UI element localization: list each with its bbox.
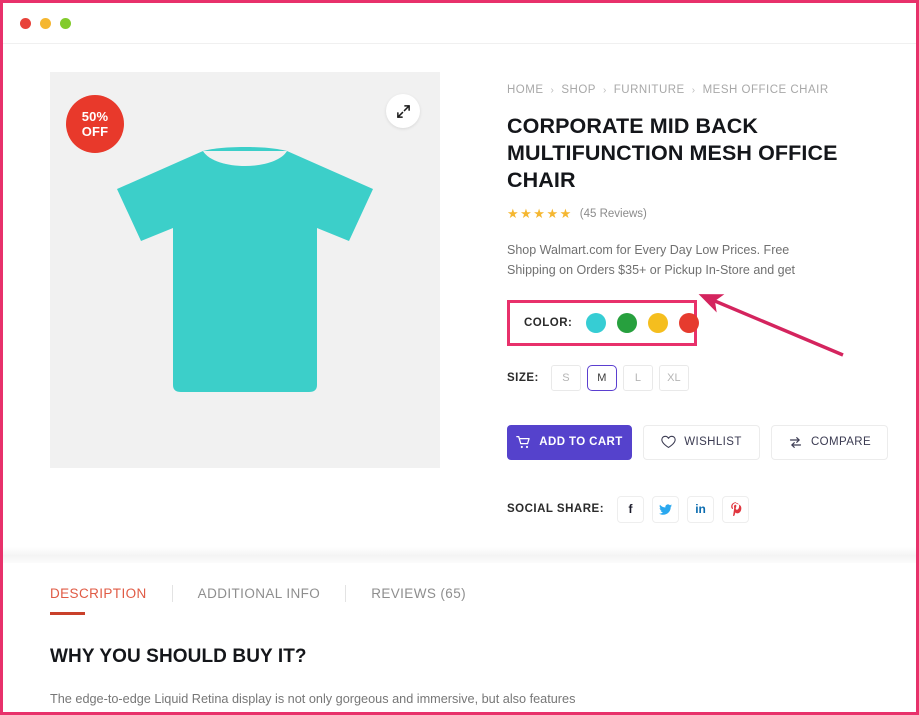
description-panel: WHY YOU SHOULD BUY IT? The edge-to-edge … — [3, 616, 916, 712]
product-section: 50% OFF HOME › SHOP › FURNITURE › MESH O… — [3, 44, 916, 523]
social-icons: f in — [617, 495, 750, 523]
browser-window: 50% OFF HOME › SHOP › FURNITURE › MESH O… — [0, 0, 919, 715]
pinterest-icon[interactable] — [722, 495, 750, 523]
size-button-xl[interactable]: XL — [658, 364, 689, 391]
tab-description[interactable]: DESCRIPTION — [50, 586, 172, 615]
color-swatch-green[interactable] — [617, 312, 638, 333]
size-button-l[interactable]: L — [622, 364, 653, 391]
description-heading: WHY YOU SHOULD BUY IT? — [50, 645, 307, 667]
size-option-row: SIZE: S M L XL — [507, 364, 896, 391]
product-title: CORPORATE MID BACK MULTIFUNCTION MESH OF… — [507, 114, 838, 193]
pinterest-p-icon — [730, 502, 741, 517]
tab-divider — [345, 584, 347, 602]
add-to-cart-label: ADD TO CART — [539, 436, 623, 449]
product-tabs: DESCRIPTION ADDITIONAL INFO REVIEWS (65) — [3, 563, 916, 616]
breadcrumb-separator-icon: › — [691, 84, 696, 96]
product-info: HOME › SHOP › FURNITURE › MESH OFFICE CH… — [440, 72, 896, 523]
social-share-row: SOCIAL SHARE: f in — [507, 495, 896, 523]
twitter-icon[interactable] — [652, 495, 680, 523]
add-to-cart-button[interactable]: ADD TO CART — [507, 424, 632, 460]
tshirt-illustration — [117, 147, 373, 392]
breadcrumb-item-shop[interactable]: SHOP — [561, 84, 596, 96]
size-buttons: S M L XL — [550, 364, 689, 391]
breadcrumb: HOME › SHOP › FURNITURE › MESH OFFICE CH… — [507, 84, 896, 96]
review-count-label[interactable]: (45 Reviews) — [580, 208, 647, 220]
tab-additional-info[interactable]: ADDITIONAL INFO — [198, 586, 346, 615]
twitter-bird-icon — [659, 504, 673, 515]
shopping-cart-icon — [516, 435, 530, 448]
compare-button[interactable]: COMPARE — [771, 424, 888, 460]
compare-arrows-icon — [789, 436, 802, 448]
description-paragraph: The edge-to-edge Liquid Retina display i… — [50, 691, 576, 706]
color-swatches — [586, 312, 700, 333]
product-description: Shop Walmart.com for Every Day Low Price… — [507, 243, 796, 278]
color-swatch-yellow[interactable] — [648, 312, 669, 333]
wishlist-label: WISHLIST — [684, 436, 742, 449]
window-maximize-dot[interactable] — [60, 17, 71, 29]
color-swatch-turquoise[interactable] — [586, 312, 607, 333]
window-titlebar — [3, 3, 916, 44]
window-minimize-dot[interactable] — [40, 17, 51, 29]
size-label: SIZE: — [507, 371, 539, 384]
linkedin-icon[interactable]: in — [687, 495, 715, 523]
section-separator — [3, 546, 916, 563]
tab-divider — [171, 584, 173, 602]
wishlist-button[interactable]: WISHLIST — [643, 424, 760, 460]
color-option-box: COLOR: — [507, 299, 700, 346]
color-swatch-red[interactable] — [679, 312, 700, 333]
color-label: COLOR: — [524, 316, 573, 329]
compare-label: COMPARE — [810, 436, 872, 449]
page-content: 50% OFF HOME › SHOP › FURNITURE › MESH O… — [3, 44, 916, 712]
star-rating-icon: ★★★★★ — [507, 206, 573, 222]
breadcrumb-separator-icon: › — [550, 84, 555, 96]
product-actions: ADD TO CART WISHLIST COMPARE — [507, 424, 896, 460]
breadcrumb-item-furniture[interactable]: FURNITURE — [614, 84, 685, 96]
social-share-label: SOCIAL SHARE: — [507, 503, 605, 516]
breadcrumb-item-home[interactable]: HOME — [507, 84, 544, 96]
size-button-s[interactable]: S — [550, 364, 581, 391]
heart-icon — [661, 436, 676, 449]
breadcrumb-separator-icon: › — [602, 84, 607, 96]
rating-row: ★★★★★ (45 Reviews) — [507, 206, 896, 222]
product-image[interactable] — [50, 72, 440, 468]
tab-reviews[interactable]: REVIEWS (65) — [371, 586, 491, 615]
facebook-icon[interactable]: f — [617, 495, 645, 523]
window-close-dot[interactable] — [20, 17, 31, 29]
breadcrumb-item-current: MESH OFFICE CHAIR — [702, 84, 829, 96]
size-button-m[interactable]: M — [586, 364, 617, 391]
product-gallery: 50% OFF — [50, 72, 440, 468]
